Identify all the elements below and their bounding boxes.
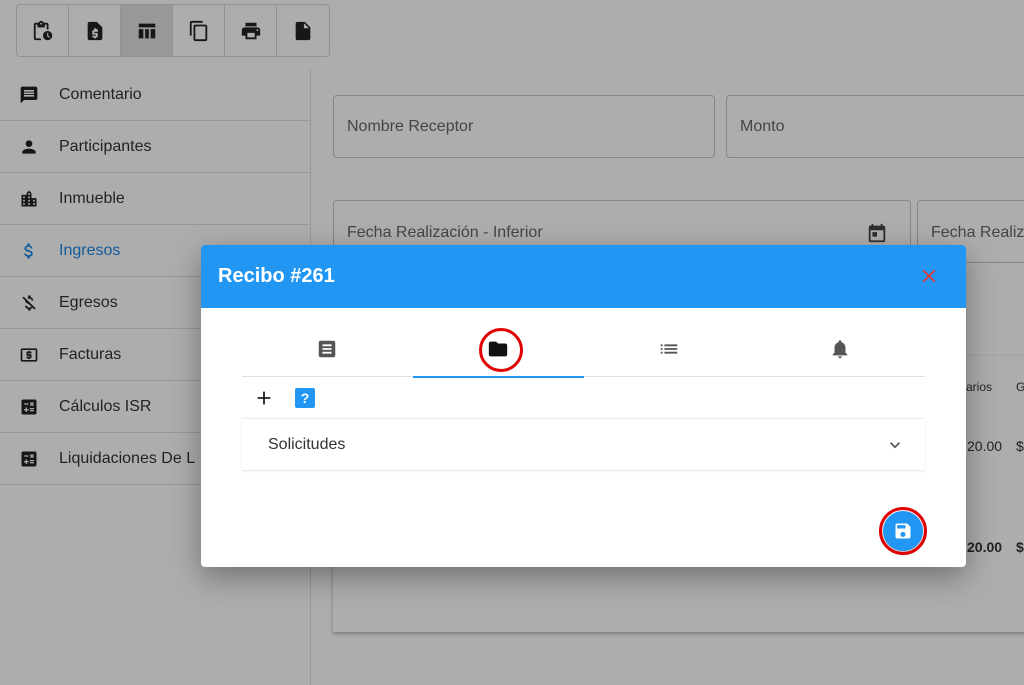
close-icon[interactable] [918, 265, 940, 287]
chevron-down-icon[interactable] [885, 435, 905, 455]
dialog-title: Recibo #261 [218, 265, 335, 287]
dialog-header: Recibo #261 [201, 245, 966, 308]
dialog-tabs [242, 320, 925, 378]
highlight-ring [879, 507, 927, 555]
highlight-ring [479, 328, 523, 372]
panel-label: Solicitudes [268, 435, 346, 453]
bell-icon [832, 339, 847, 358]
document-list-icon [319, 340, 336, 357]
tab-details[interactable] [242, 320, 413, 377]
add-icon[interactable] [253, 387, 275, 409]
recibo-dialog: Recibo #261 ? Solicitudes [201, 245, 966, 567]
list-icon [660, 343, 678, 354]
help-button[interactable]: ? [295, 388, 315, 408]
solicitudes-panel[interactable]: Solicitudes [242, 418, 925, 470]
tab-list[interactable] [584, 320, 755, 377]
tab-notifications[interactable] [754, 320, 925, 377]
dialog-actions: ? [253, 387, 315, 409]
